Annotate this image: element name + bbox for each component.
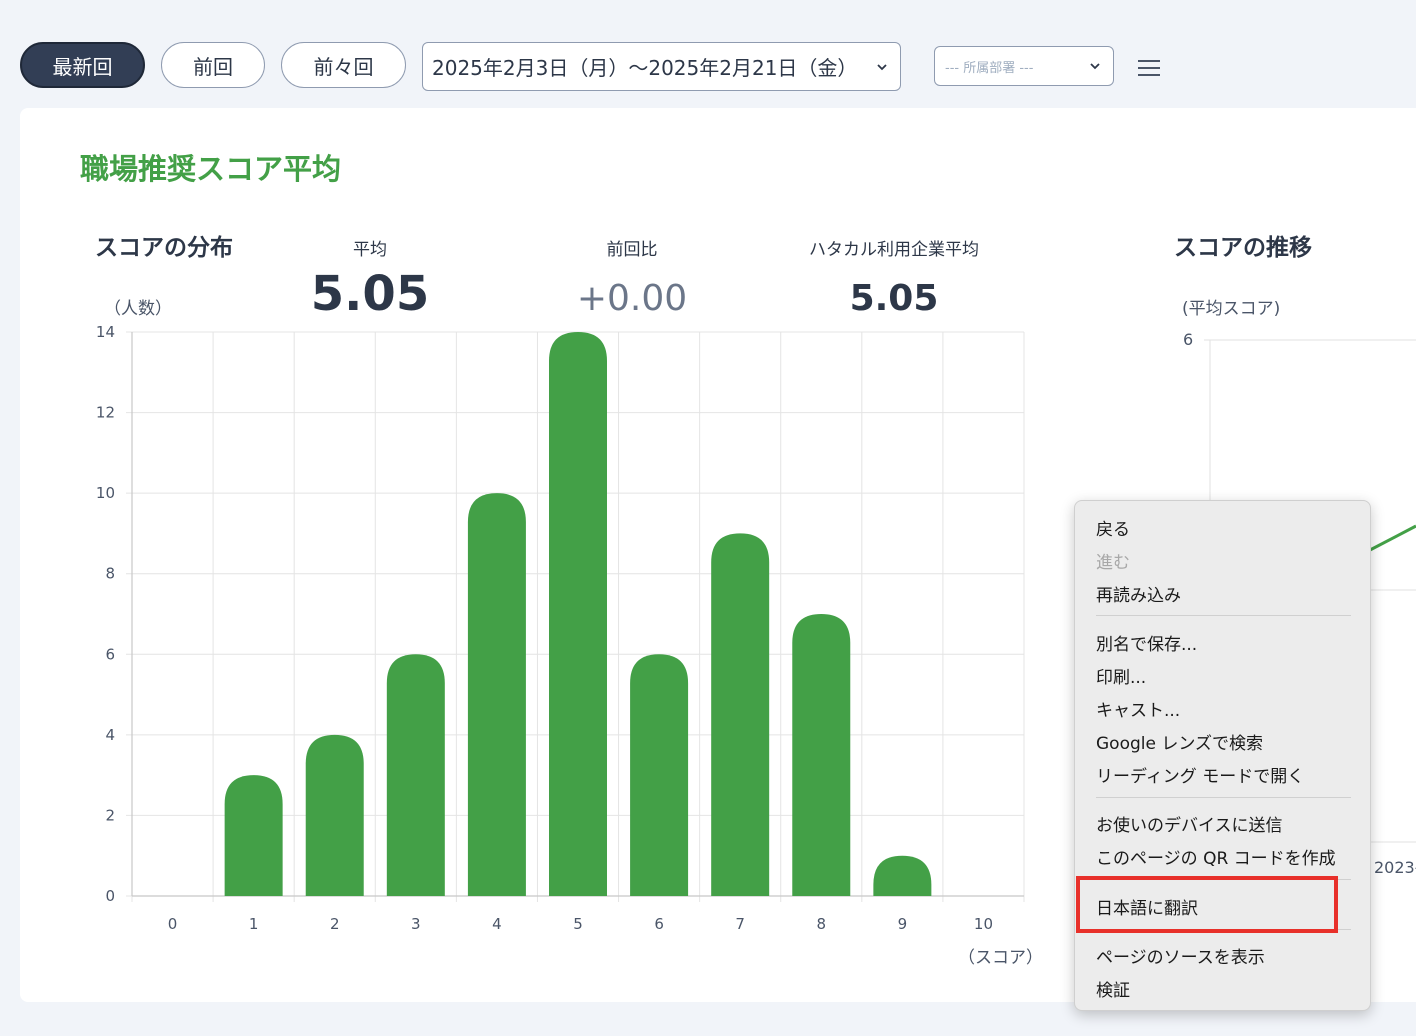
ctx-cast[interactable]: キャスト... (1096, 696, 1180, 721)
ctx-print[interactable]: 印刷... (1096, 663, 1146, 688)
ctx-separator (1096, 879, 1351, 880)
ctx-separator (1096, 929, 1351, 930)
x-tick-label: 2 (330, 915, 340, 933)
x-tick-label: 4 (492, 915, 502, 933)
bar (467, 493, 526, 896)
trend-series-line (1369, 524, 1416, 552)
ctx-google-lens[interactable]: Google レンズで検索 (1096, 729, 1263, 754)
distribution-bar-chart: 024681012140 1 2 3 4 5 6 7 8 9 10 (96, 323, 1025, 933)
bar (711, 533, 770, 896)
y-tick-label: 4 (105, 726, 115, 744)
ctx-view-source[interactable]: ページのソースを表示 (1096, 943, 1265, 968)
x-tick-label: 0 (168, 915, 178, 933)
bar (873, 855, 932, 896)
ctx-separator (1096, 615, 1351, 616)
y-tick-label: 6 (105, 645, 115, 663)
bar (305, 734, 364, 896)
ctx-reload[interactable]: 再読み込み (1096, 581, 1181, 606)
ctx-separator (1096, 797, 1351, 798)
hamburger-menu-icon[interactable] (1138, 60, 1160, 76)
trend-y-unit: (平均スコア) (1182, 299, 1281, 319)
trend-title: スコアの推移 (1174, 235, 1312, 261)
x-tick-label: 6 (654, 915, 664, 933)
distribution-x-unit: （スコア） (958, 948, 1043, 968)
ctx-qr-code[interactable]: このページの QR コードを作成 (1096, 844, 1336, 869)
context-menu: 戻る 進む 再読み込み 別名で保存... 印刷... キャスト... Googl… (1074, 500, 1371, 1011)
trend-x-tick: 2023- (1374, 858, 1416, 877)
ctx-back[interactable]: 戻る (1096, 515, 1130, 540)
bar (549, 332, 607, 896)
x-tick-label: 8 (816, 915, 826, 933)
bar (630, 654, 689, 896)
x-tick-label: 5 (573, 915, 583, 933)
bar (386, 654, 445, 896)
bar (792, 614, 851, 896)
x-tick-label: 7 (735, 915, 745, 933)
ctx-inspect[interactable]: 検証 (1096, 976, 1130, 1001)
x-tick-label: 9 (898, 915, 908, 933)
ctx-translate[interactable]: 日本語に翻訳 (1096, 894, 1198, 919)
ctx-reading-mode[interactable]: リーディング モードで開く (1096, 762, 1304, 787)
x-tick-label: 3 (411, 915, 421, 933)
y-tick-label: 0 (105, 887, 115, 905)
y-tick-label: 2 (105, 806, 115, 824)
y-tick-label: 8 (105, 565, 115, 583)
x-tick-label: 1 (249, 915, 259, 933)
ctx-send-to-device[interactable]: お使いのデバイスに送信 (1096, 811, 1283, 836)
trend-y-tick: 6 (1183, 330, 1194, 349)
y-tick-label: 10 (96, 484, 115, 502)
ctx-save-as[interactable]: 別名で保存... (1096, 630, 1197, 655)
y-tick-label: 12 (96, 404, 115, 422)
ctx-forward: 進む (1096, 553, 1130, 573)
y-tick-label: 14 (96, 323, 115, 341)
chevron-down-icon (1090, 63, 1100, 70)
x-tick-label: 10 (974, 915, 993, 933)
bar (224, 775, 283, 896)
